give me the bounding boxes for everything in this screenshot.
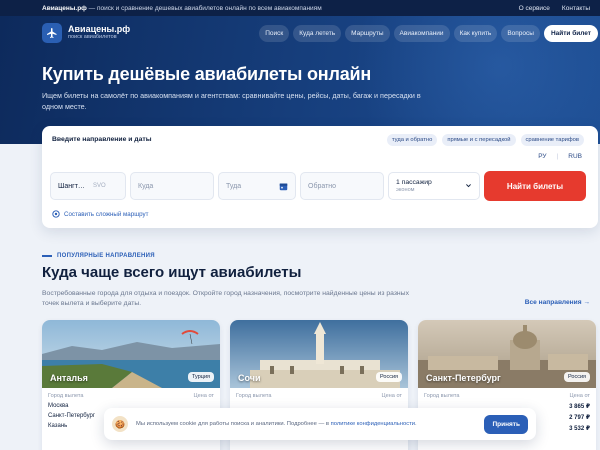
hero-lead: Ищем билеты на самолёт по авиакомпаниям … [42,91,421,111]
destination-placeholder: Куда [138,182,154,190]
brand-subtitle: поиск авиабилетов [68,33,117,40]
cookie-message: Мы используем cookie для работы поиска и… [136,421,484,427]
city-name: Сочи [238,373,261,383]
nav-airlines[interactable]: Авиакомпании [393,24,450,42]
origin-city: Москва [48,403,69,409]
top-strip: Авиацены.рф — поиск и сравнение дешевых … [0,0,600,16]
spb-photo: Санкт-Петербург Россия [418,320,596,388]
nav-routes[interactable]: Маршруты [345,24,390,42]
card-header: Город вылета Цена от [230,388,408,399]
all-directions-link[interactable]: Все направления → [525,299,590,306]
antalya-photo: Анталья Турция [42,320,220,388]
card-header: Город вылета Цена от [418,388,596,399]
chevron-down-icon [466,184,471,188]
country-badge: Россия [375,372,402,382]
cookie-text: Мы используем cookie для работы поиска и… [136,421,331,427]
origin-city: Санкт-Петербург [48,413,96,419]
top-strip-site: Авиацены.рф [42,4,87,12]
city-name: Анталья [50,373,88,383]
brand[interactable]: Авиацены.рф поиск авиабилетов [68,24,130,40]
return-date-field[interactable]: Обратно [300,172,384,200]
hero-title: Купить дешёвые авиабилеты онлайн [42,64,372,84]
price: 3 865 ₽ [569,404,590,410]
price: 3 532 ₽ [569,426,590,432]
origin-field[interactable]: Шангт… SVO [50,172,126,200]
destination-field[interactable]: Куда [130,172,214,200]
contacts-link[interactable]: Контакты [562,5,590,12]
privacy-policy-link[interactable]: политике конфиденциальности [331,421,415,427]
currency-rub[interactable]: RUB [566,152,584,161]
popular-title: Куда чаще всего ищут авиабилеты [42,264,302,281]
currency-separator: | [556,153,559,160]
col-from-label: Город вылета [236,393,272,399]
search-card: Введите направление и даты туда и обратн… [42,126,598,228]
country-badge: Турция [188,372,214,382]
top-strip-text: Авиацены.рф — поиск и сравнение дешевых … [42,5,507,12]
complex-route-link[interactable]: Составить сложный маршрут [52,210,148,218]
complex-route-label: Составить сложный маршрут [64,210,149,218]
col-from-label: Город вылета [48,393,84,399]
popular-eyebrow-text: ПОПУЛЯРНЫЕ НАПРАВЛЕНИЯ [57,253,155,259]
top-strip-tagline: — поиск и сравнение дешевых авиабилетов … [86,4,322,12]
plane-logo-icon[interactable] [42,23,62,43]
city-name: Санкт-Петербург [426,373,501,383]
card-header: Город вылета Цена от [42,388,220,399]
col-price-label: Цена от [381,393,402,399]
search-fields: Шангт… SVO Куда Туда Обратно 1 пассажир … [50,171,586,201]
cookie-tail: . [415,421,417,427]
chip-round-trip[interactable]: туда и обратно [386,134,438,146]
search-title: Введите направление и даты [52,136,152,143]
popular-description: Востребованные города для отдыха и поезд… [42,290,409,307]
col-from-label: Город вылета [424,393,460,399]
lang-ru[interactable]: РУ [536,152,548,161]
chip-direct-or-transfer[interactable]: прямые и с пересадкой [442,134,516,146]
eyebrow-bar [42,255,52,257]
calendar-icon[interactable] [279,182,288,191]
price: 2 797 ₽ [569,415,590,421]
nav-how-to-buy[interactable]: Как купить [453,24,498,42]
sochi-photo: Сочи Россия [230,320,408,388]
passengers-select[interactable]: 1 пассажир эконом [388,172,480,200]
col-price-label: Цена от [569,393,590,399]
cookie-banner: 🍪 Мы используем cookie для работы поиска… [104,408,536,440]
passengers-count: 1 пассажир [396,179,432,186]
depart-date-field[interactable]: Туда [218,172,296,200]
origin-value: Шангт… [58,182,85,190]
origin-city: Казань [48,423,68,429]
site-header: Авиацены.рф поиск авиабилетов Поиск Куда… [42,20,598,46]
about-link[interactable]: О сервисе [519,5,550,12]
popular-eyebrow: ПОПУЛЯРНЫЕ НАПРАВЛЕНИЯ [42,253,155,259]
search-feature-chips: туда и обратно прямые и с пересадкой сра… [386,134,584,146]
cookie-accept-button[interactable]: Принять [484,414,528,434]
return-placeholder: Обратно [308,182,337,190]
nav-where-to-fly[interactable]: Куда лететь [293,24,342,42]
cookie-icon: 🍪 [112,416,128,432]
country-badge: Россия [563,372,590,382]
find-ticket-button[interactable]: Найти билет [543,24,598,42]
col-price-label: Цена от [193,393,214,399]
nav-faq[interactable]: Вопросы [501,24,540,42]
currency-switcher: РУ | RUB [536,152,584,161]
main-nav: Поиск Куда лететь Маршруты Авиакомпании … [259,24,598,42]
nav-search[interactable]: Поиск [259,24,290,42]
chip-compare-fares[interactable]: сравнение тарифов [520,134,584,146]
depart-placeholder: Туда [226,182,242,190]
cabin-class: эконом [396,187,415,193]
route-icon [52,210,60,218]
origin-code: SVO [92,183,106,189]
search-submit-button[interactable]: Найти билеты [484,171,586,201]
